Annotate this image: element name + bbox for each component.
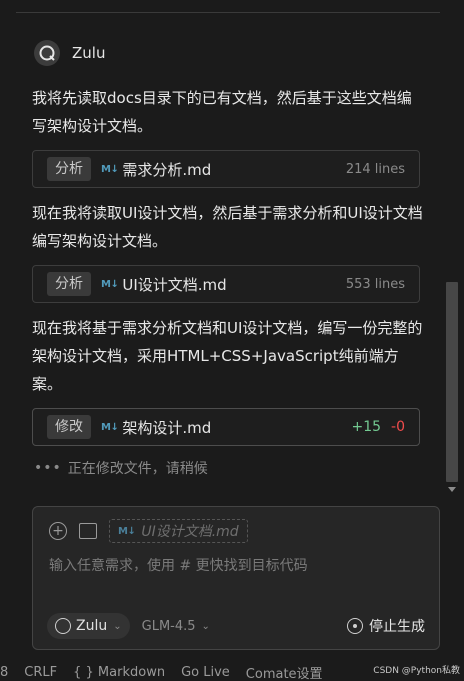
stop-label: 停止生成	[369, 619, 425, 635]
action-tag: 修改	[47, 415, 91, 439]
composer-footer: Zulu ⌄ GLM-4.5 ⌄ 停止生成	[47, 613, 425, 639]
stop-generation-button[interactable]: 停止生成	[347, 616, 425, 636]
prompt-input[interactable]: 输入任意需求，使用 # 更快找到目标代码	[49, 555, 308, 575]
agent-header: Zulu	[34, 40, 105, 66]
stop-icon	[347, 618, 363, 634]
file-card-architecture[interactable]: 修改 M↓ 架构设计.md +15 -0	[32, 408, 420, 446]
model-label: GLM-4.5	[141, 618, 196, 634]
action-tag: 分析	[47, 157, 91, 181]
zulu-logo-icon	[55, 618, 71, 634]
image-upload-icon[interactable]	[79, 523, 97, 539]
statusbar-language[interactable]: { } Markdown	[73, 665, 165, 680]
action-tag: 分析	[47, 272, 91, 296]
assistant-message: 现在我将基于需求分析文档和UI设计文档，编写一份完整的架构设计文档，采用HTML…	[32, 319, 423, 393]
markdown-icon: M↓	[101, 163, 119, 175]
composer-toolbar: + M↓ UI设计文档.md	[49, 519, 248, 543]
agent-name: Zulu	[72, 44, 106, 62]
context-file-name: UI设计文档.md	[141, 524, 239, 540]
model-selector[interactable]: GLM-4.5 ⌄	[142, 619, 210, 634]
chevron-down-icon: ⌄	[113, 620, 122, 632]
agent-selector[interactable]: Zulu ⌄	[47, 613, 130, 639]
markdown-icon: M↓	[101, 421, 119, 433]
context-file-chip[interactable]: M↓ UI设计文档.md	[109, 519, 248, 543]
line-count: 553 lines	[345, 276, 405, 292]
status-text: 正在修改文件，请稍候	[67, 461, 208, 477]
zulu-logo-icon	[34, 40, 60, 66]
statusbar-comate-settings[interactable]: Comate设置	[246, 664, 323, 681]
scrollbar-thumb[interactable]	[446, 282, 458, 482]
statusbar-go-live[interactable]: Go Live	[181, 665, 230, 680]
add-context-icon[interactable]: +	[49, 522, 67, 540]
markdown-icon: M↓	[118, 525, 136, 537]
line-count: 214 lines	[345, 161, 405, 177]
file-name: 需求分析.md	[122, 160, 212, 179]
markdown-icon: M↓	[101, 278, 119, 290]
generation-status: ••• 正在修改文件，请稍候	[34, 458, 208, 478]
diff-added: +15	[351, 419, 382, 435]
chevron-down-icon: ⌄	[201, 620, 210, 632]
statusbar-line[interactable]: 8	[0, 665, 8, 680]
file-name: 架构设计.md	[122, 418, 212, 437]
assistant-message: 现在我将读取UI设计文档，然后基于需求分析和UI设计文档编写架构设计文档。	[32, 204, 423, 250]
agent-selector-label: Zulu	[76, 618, 108, 634]
watermark: CSDN @Python私教	[373, 666, 460, 676]
loading-dots-icon: •••	[34, 460, 62, 476]
statusbar-eol[interactable]: CRLF	[24, 665, 57, 680]
divider	[16, 12, 440, 13]
diff-removed: -0	[391, 419, 405, 435]
assistant-message: 我将先读取docs目录下的已有文档，然后基于这些文档编写架构设计文档。	[32, 89, 412, 135]
file-card-ui-doc[interactable]: 分析 M↓ UI设计文档.md 553 lines	[32, 265, 420, 303]
file-name: UI设计文档.md	[122, 275, 227, 294]
file-card-requirements[interactable]: 分析 M↓ 需求分析.md 214 lines	[32, 150, 420, 188]
scroll-down-arrow-icon[interactable]	[448, 487, 456, 492]
chat-composer[interactable]: + M↓ UI设计文档.md 输入任意需求，使用 # 更快找到目标代码 Zulu…	[32, 506, 440, 650]
